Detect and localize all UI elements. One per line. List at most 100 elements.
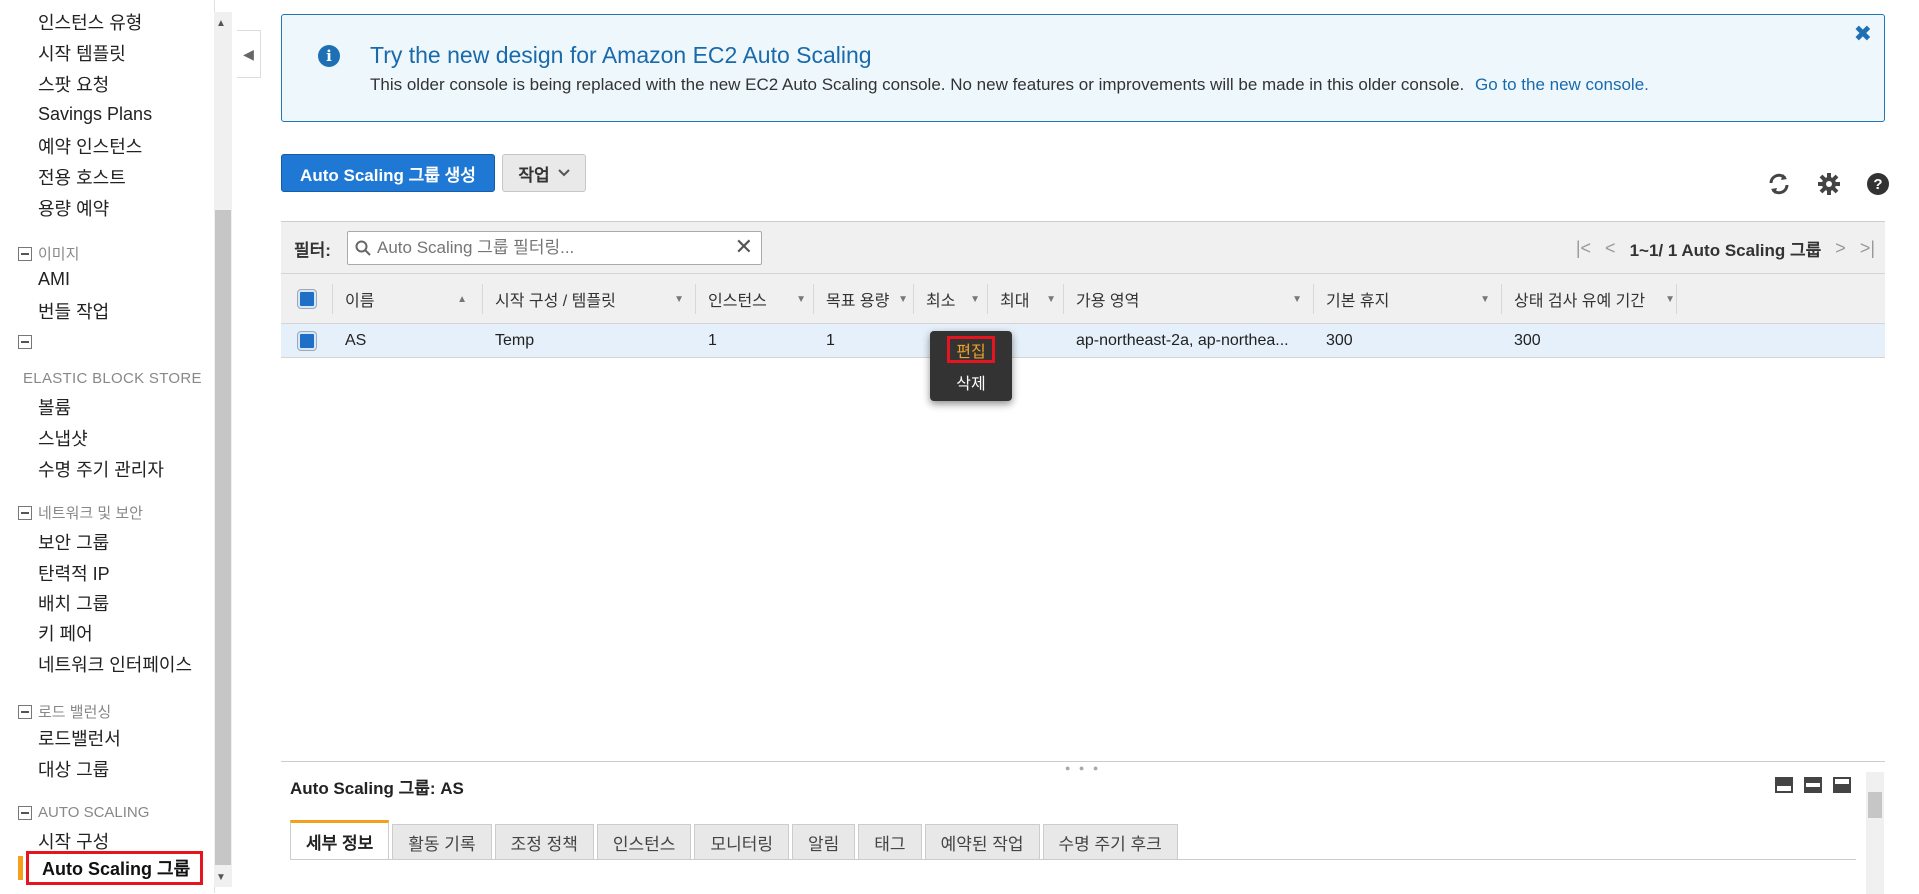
sidebar-section-images[interactable]: 이미지 bbox=[18, 243, 79, 264]
column-label: 시작 구성 / 템플릿 bbox=[495, 293, 616, 310]
table-header-row: 이름 ▲ 시작 구성 / 템플릿 ▼ 인스턴스 ▼ 목표 용량 ▼ 최소 ▼ 최… bbox=[281, 274, 1885, 324]
column-header-availability-zones[interactable]: 가용 영역 ▼ bbox=[1064, 274, 1314, 324]
actions-dropdown-button[interactable]: 작업 bbox=[502, 154, 586, 192]
column-header-max[interactable]: 최대 ▼ bbox=[988, 274, 1064, 324]
tab-scaling-policies[interactable]: 조정 정책 bbox=[494, 824, 594, 860]
cell-desired: 1 bbox=[826, 332, 835, 349]
filter-input[interactable] bbox=[377, 238, 737, 258]
sidebar-item-snapshots[interactable]: 스냅샷 bbox=[38, 425, 88, 451]
details-scrollbar[interactable] bbox=[1866, 772, 1884, 894]
create-auto-scaling-group-button[interactable]: Auto Scaling 그룹 생성 bbox=[281, 154, 495, 192]
collapse-icon bbox=[18, 704, 32, 719]
tab-activity-history[interactable]: 활동 기록 bbox=[392, 824, 492, 860]
delete-menu-item[interactable]: 삭제 bbox=[930, 369, 1012, 395]
column-label: 최대 bbox=[1000, 293, 1030, 310]
column-header-default-cooldown[interactable]: 기본 휴지 ▼ bbox=[1314, 274, 1502, 324]
first-page-icon[interactable]: |< bbox=[1576, 238, 1591, 259]
sidebar-collapse-button[interactable]: ◀ bbox=[237, 30, 261, 78]
sidebar-item-lifecycle-manager[interactable]: 수명 주기 관리자 bbox=[38, 456, 164, 482]
info-icon: i bbox=[318, 45, 340, 67]
row-checkbox[interactable] bbox=[298, 332, 316, 350]
layout-bottom-icon[interactable] bbox=[1775, 777, 1793, 793]
sort-icon: ▼ bbox=[1046, 293, 1056, 305]
column-header-launch-config[interactable]: 시작 구성 / 템플릿 ▼ bbox=[483, 274, 696, 324]
tab-details[interactable]: 세부 정보 bbox=[290, 820, 390, 860]
sidebar-item-spot-requests[interactable]: 스팟 요청 bbox=[38, 71, 109, 97]
sidebar-item-load-balancers[interactable]: 로드밸런서 bbox=[38, 725, 121, 751]
next-page-icon[interactable]: > bbox=[1835, 238, 1846, 259]
collapse-icon bbox=[18, 805, 32, 820]
sidebar-section-ebs: ELASTIC BLOCK STORE bbox=[23, 370, 202, 387]
sidebar-item-placement-groups[interactable]: 배치 그룹 bbox=[38, 590, 109, 616]
sort-icon: ▼ bbox=[970, 293, 980, 305]
layout-split-icon[interactable] bbox=[1804, 777, 1822, 793]
active-indicator bbox=[18, 856, 23, 880]
layout-top-icon[interactable] bbox=[1833, 777, 1851, 793]
sidebar-item-network-interfaces[interactable]: 네트워크 인터페이스 bbox=[38, 651, 192, 677]
select-all-checkbox[interactable] bbox=[298, 290, 316, 308]
column-label: 상태 검사 유예 기간 bbox=[1514, 293, 1646, 310]
details-tabs: 세부 정보 활동 기록 조정 정책 인스턴스 모니터링 알림 태그 예약된 작업… bbox=[290, 820, 1178, 860]
sidebar-item-security-groups[interactable]: 보안 그룹 bbox=[38, 529, 109, 555]
sidebar-item-dedicated-hosts[interactable]: 전용 호스트 bbox=[38, 164, 126, 190]
tab-instances[interactable]: 인스턴스 bbox=[596, 824, 692, 860]
tab-tags[interactable]: 태그 bbox=[858, 824, 922, 860]
svg-text:?: ? bbox=[1873, 176, 1882, 193]
column-header-instances[interactable]: 인스턴스 ▼ bbox=[696, 274, 814, 324]
details-scrollbar-thumb[interactable] bbox=[1868, 792, 1882, 818]
collapse-icon bbox=[18, 335, 32, 349]
cell-edit-menu: 편집 삭제 bbox=[930, 331, 1012, 401]
tab-scheduled-actions[interactable]: 예약된 작업 bbox=[924, 824, 1040, 860]
close-icon[interactable]: ✖ bbox=[1854, 21, 1872, 47]
select-all-header bbox=[281, 274, 333, 324]
resize-handle[interactable]: ● ● ● bbox=[1065, 763, 1101, 773]
sidebar-item-instance-types[interactable]: 인스턴스 유형 bbox=[38, 9, 142, 35]
filter-input-box[interactable]: ✕ bbox=[347, 231, 762, 265]
sidebar-item-volumes[interactable]: 볼륨 bbox=[38, 394, 71, 420]
sidebar-section-network[interactable]: 네트워크 및 보안 bbox=[18, 502, 143, 523]
sidebar-item-launch-templates[interactable]: 시작 템플릿 bbox=[38, 40, 126, 66]
cell-launch-config: Temp bbox=[495, 332, 535, 349]
sort-icon: ▼ bbox=[1665, 293, 1675, 305]
column-header-name[interactable]: 이름 ▲ bbox=[333, 274, 483, 324]
cell-instances: 1 bbox=[708, 332, 717, 349]
auto-scaling-groups-table: 필터: ✕ |< < 1~1/ 1 Auto Scaling 그룹 > >| 이… bbox=[281, 221, 1885, 761]
sidebar-item-savings-plans[interactable]: Savings Plans bbox=[38, 104, 152, 125]
sidebar-item-bundle-tasks[interactable]: 번들 작업 bbox=[38, 298, 109, 324]
sidebar-section-auto-scaling[interactable]: AUTO SCALING bbox=[18, 804, 149, 821]
column-header-health-check-grace[interactable]: 상태 검사 유예 기간 ▼ bbox=[1502, 274, 1677, 324]
sort-icon: ▼ bbox=[1480, 293, 1490, 305]
refresh-icon[interactable] bbox=[1765, 170, 1793, 198]
sidebar-section-load-balancing[interactable]: 로드 밸런싱 bbox=[18, 701, 111, 722]
last-page-icon[interactable]: >| bbox=[1860, 238, 1875, 259]
scroll-up-icon[interactable]: ▲ bbox=[216, 18, 226, 29]
sidebar-item-elastic-ips[interactable]: 탄력적 IP bbox=[38, 560, 110, 586]
sort-asc-icon: ▲ bbox=[457, 293, 467, 305]
edit-menu-item[interactable]: 편집 bbox=[947, 336, 995, 363]
banner-title: Try the new design for Amazon EC2 Auto S… bbox=[370, 42, 872, 68]
sidebar-item-ami[interactable]: AMI bbox=[38, 269, 70, 290]
tab-divider bbox=[290, 859, 1856, 860]
sidebar-item-target-groups[interactable]: 대상 그룹 bbox=[38, 756, 109, 782]
help-icon[interactable]: ? bbox=[1864, 170, 1892, 198]
details-title: Auto Scaling 그룹: AS bbox=[290, 779, 464, 798]
sidebar-section-ebs-toggle[interactable] bbox=[18, 335, 32, 349]
sidebar-item-reserved-instances[interactable]: 예약 인스턴스 bbox=[38, 133, 142, 159]
column-header-desired[interactable]: 목표 용량 ▼ bbox=[814, 274, 914, 324]
prev-page-icon[interactable]: < bbox=[1605, 238, 1616, 259]
gear-icon[interactable] bbox=[1815, 170, 1843, 198]
tab-monitoring[interactable]: 모니터링 bbox=[694, 824, 790, 860]
details-panel: ● ● ● Auto Scaling 그룹: AS 세부 정보 활동 기록 조정… bbox=[281, 761, 1885, 894]
sidebar-item-capacity-reservations[interactable]: 용량 예약 bbox=[38, 195, 109, 221]
tab-notifications[interactable]: 알림 bbox=[792, 824, 856, 860]
new-console-link[interactable]: Go to the new console. bbox=[1475, 75, 1649, 94]
sidebar-item-key-pairs[interactable]: 키 페어 bbox=[38, 620, 93, 646]
clear-filter-icon[interactable]: ✕ bbox=[735, 234, 753, 260]
sidebar-item-auto-scaling-groups[interactable]: Auto Scaling 그룹 bbox=[26, 851, 203, 885]
sidebar-scrollbar-thumb[interactable] bbox=[215, 210, 231, 865]
scroll-down-icon[interactable]: ▼ bbox=[216, 872, 226, 883]
table-row[interactable]: AS Temp 1 1 ap-northeast-2a, ap-northea.… bbox=[281, 324, 1885, 358]
tab-lifecycle-hooks[interactable]: 수명 주기 후크 bbox=[1042, 824, 1178, 860]
cell-default-cooldown: 300 bbox=[1326, 332, 1353, 349]
column-header-min[interactable]: 최소 ▼ bbox=[914, 274, 988, 324]
